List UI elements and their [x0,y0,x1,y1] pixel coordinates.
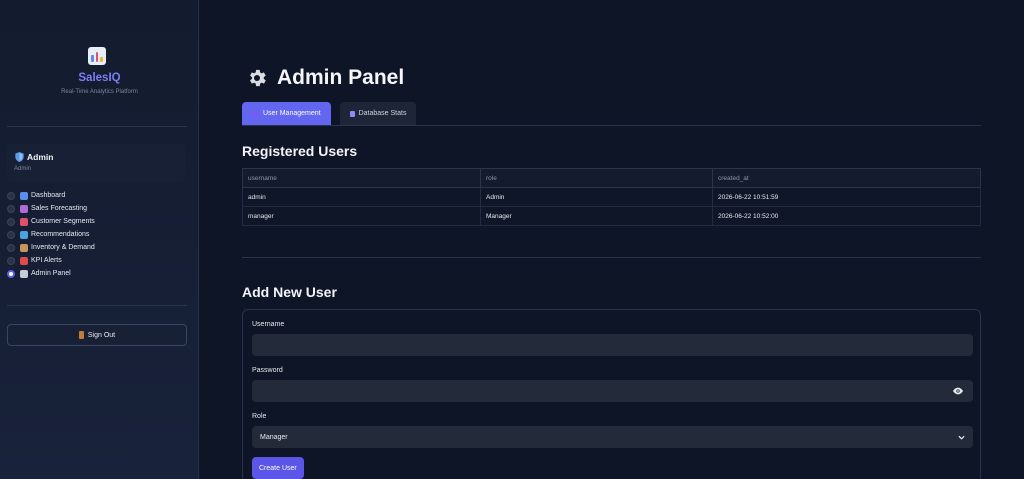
role-selected-value: Manager [260,433,288,441]
target-icon [20,217,28,226]
column-header[interactable]: username [242,168,481,188]
bar-chart-icon [20,191,28,200]
page-title-text: Admin Panel [277,66,405,89]
sidebar-nav: Dashboard Sales Forecasting Customer Segme… [7,189,95,280]
table-cell: manager [242,206,481,226]
tab-underline [242,125,981,126]
table-header-row: username role created_at [242,168,981,188]
sidebar-item-kpi-alerts[interactable]: KPI Alerts [7,254,95,267]
sidebar-item-admin-panel[interactable]: Admin Panel [7,267,95,280]
sidebar-item-label: Recommendations [31,231,90,238]
user-card: Admin Admin [7,144,185,183]
radio-button[interactable] [7,191,15,200]
tab-user-management[interactable]: User Management [242,102,331,125]
sign-out-button[interactable]: Sign Out [7,324,187,346]
sidebar-item-sales-forecasting[interactable]: Sales Forecasting [7,202,95,215]
table-cell: 2026-06-22 10:51:59 [712,187,981,207]
package-icon [20,243,28,252]
table-cell: Manager [480,206,713,226]
password-wrapper [252,380,973,402]
sidebar-item-inventory-demand[interactable]: Inventory & Demand [7,241,95,254]
radio-button[interactable] [7,204,15,213]
sign-out-label: Sign Out [87,331,116,339]
role-label: Role [252,413,267,420]
password-label: Password [252,367,283,374]
bar-chart-logo-icon [88,47,106,65]
tab-label: Database Stats [358,110,407,117]
section-divider [242,257,981,258]
table-cell: 2026-06-22 10:52:00 [712,206,981,226]
chevron-down-icon [958,435,965,440]
add-user-form: Username Password Role Manager Create Us… [242,309,981,479]
registered-users-heading: Registered Users [242,143,358,159]
radio-button[interactable] [7,230,15,239]
table-cell: Admin [480,187,713,207]
radio-button[interactable] [7,243,15,252]
sidebar-item-label: Inventory & Demand [31,244,95,251]
username-label: Username [252,321,285,328]
database-icon [349,110,355,117]
radio-button[interactable] [7,269,15,278]
sidebar-item-label: Dashboard [31,192,66,199]
shopping-bags-icon [20,230,28,239]
eye-icon[interactable] [953,387,963,395]
sidebar: SalesIQ Real-Time Analytics Platform Adm… [0,0,199,479]
door-icon [78,331,84,339]
page-title: Admin Panel [246,66,404,90]
radio-button[interactable] [7,256,15,265]
crystal-ball-icon [20,204,28,213]
radio-button[interactable] [7,217,15,226]
tab-label: User Management [263,110,321,117]
create-user-button[interactable]: Create User [252,457,304,479]
role-select[interactable]: Manager [252,426,973,448]
users-table: username role created_at admin Admin 202… [242,168,981,226]
add-user-heading: Add New User [242,284,337,300]
gear-icon [250,69,266,87]
table-row: manager Manager 2026-06-22 10:52:00 [242,206,981,226]
table-row: admin Admin 2026-06-22 10:51:59 [242,187,981,207]
brand-tagline: Real-Time Analytics Platform [61,89,138,95]
sidebar-item-label: Sales Forecasting [31,205,88,212]
tab-database-stats[interactable]: Database Stats [339,102,417,125]
sidebar-item-customer-segments[interactable]: Customer Segments [7,215,95,228]
sidebar-item-label: Customer Segments [31,218,95,225]
users-icon [252,110,259,117]
brand-name: SalesIQ [78,72,121,84]
shield-icon [15,152,24,162]
siren-icon [20,256,28,265]
gear-icon [20,269,28,278]
user-name: Admin [27,152,54,162]
sidebar-divider [7,126,187,127]
table-cell: admin [242,187,481,207]
column-header[interactable]: created_at [712,168,981,188]
column-header[interactable]: role [480,168,713,188]
sidebar-divider [7,305,187,306]
tab-bar: User Management Database Stats [242,102,417,125]
username-field[interactable] [252,334,973,356]
sidebar-item-recommendations[interactable]: Recommendations [7,228,95,241]
password-field[interactable] [252,380,973,402]
user-role: Admin [14,166,32,172]
sidebar-item-label: KPI Alerts [31,257,62,264]
sidebar-item-dashboard[interactable]: Dashboard [7,189,95,202]
sidebar-item-label: Admin Panel [31,270,71,277]
